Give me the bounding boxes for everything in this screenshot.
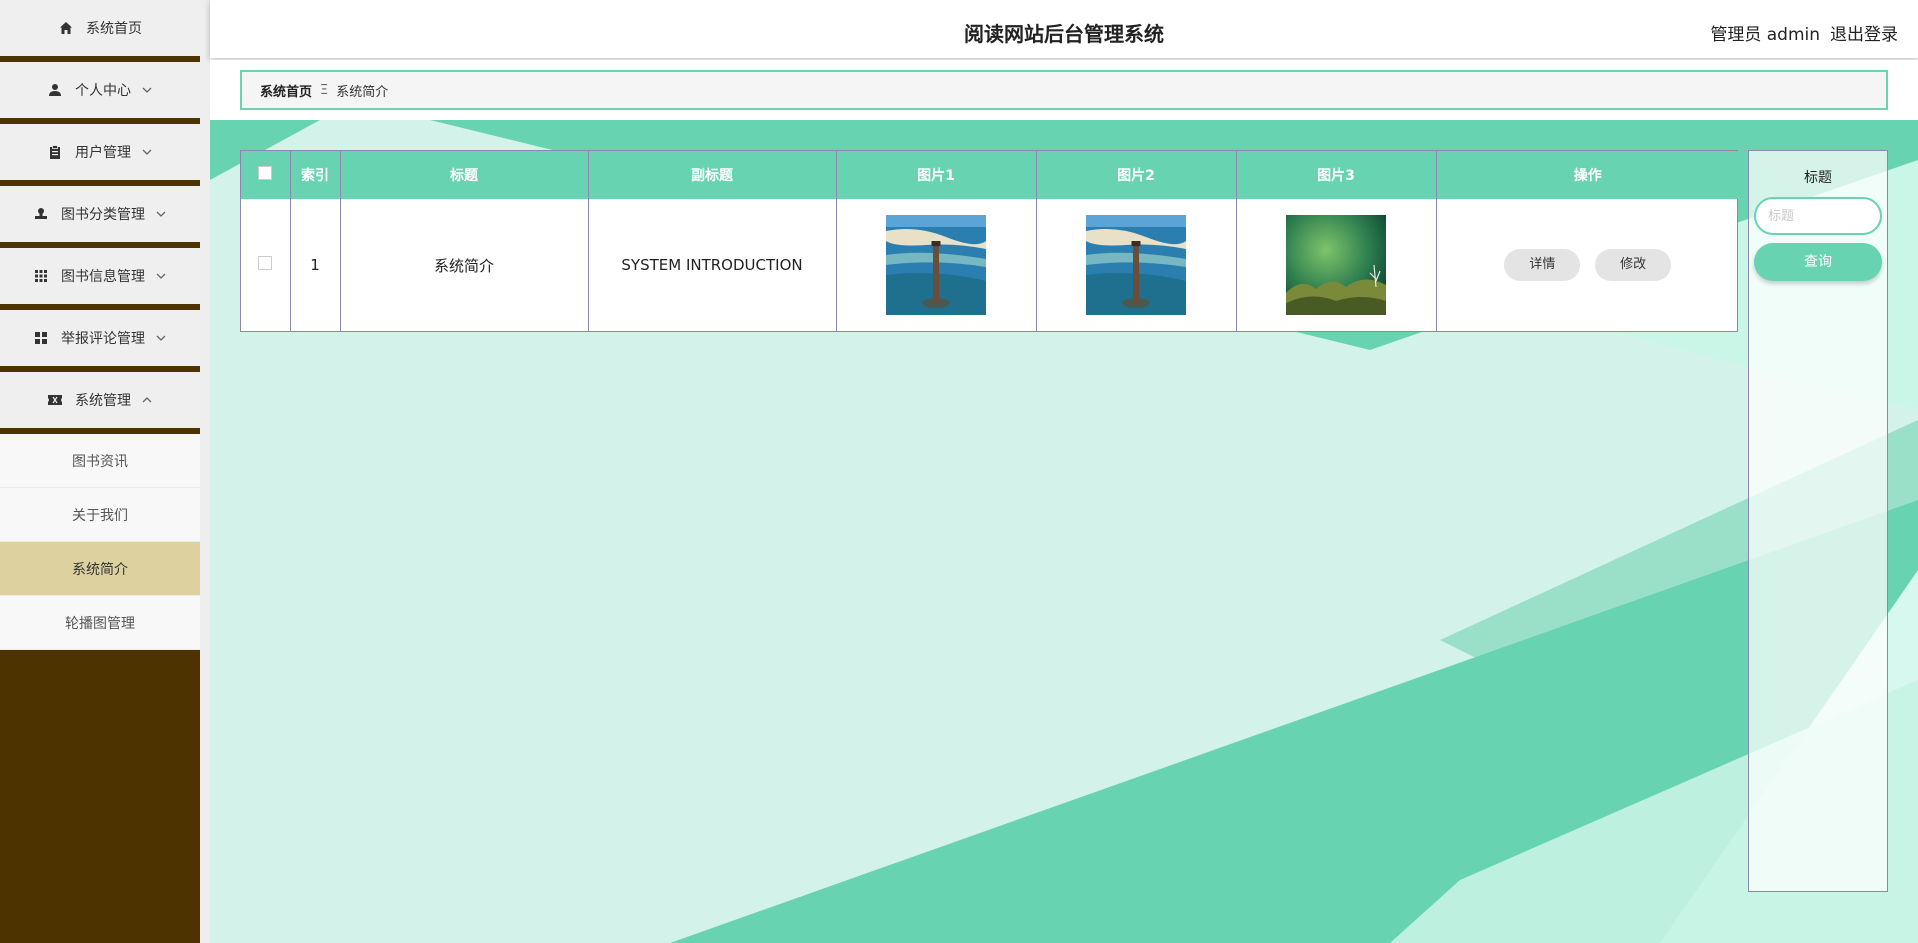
app-title: 阅读网站后台管理系统	[964, 22, 1164, 46]
sidebar-item-personal-center[interactable]: 个人中心	[0, 62, 200, 124]
sidebar-item-label: 系统管理	[75, 393, 131, 409]
sidebar-item-home[interactable]: 系统首页	[0, 0, 200, 62]
chevron-up-icon	[141, 394, 153, 406]
cell-image2	[1036, 199, 1237, 331]
person-icon	[47, 82, 63, 98]
main-content: 索引 标题 副标题 图片1 图片2 图片3 操作 1 系统简介 SYSTEM I…	[210, 120, 1918, 943]
cell-image1	[836, 199, 1037, 331]
select-all-checkbox[interactable]	[258, 166, 273, 180]
column-header: 图片3	[1236, 151, 1437, 199]
chevron-down-icon	[155, 332, 167, 344]
detail-button[interactable]: 详情	[1504, 249, 1581, 281]
home-icon	[58, 20, 74, 36]
cell-index: 1	[290, 199, 341, 331]
cell-actions: 详情 修改	[1436, 199, 1739, 331]
moss-photo-thumbnail[interactable]	[1286, 215, 1386, 315]
chevron-down-icon	[141, 146, 153, 158]
breadcrumb: 系统首页 Ξ 系统简介	[240, 70, 1888, 110]
sidebar-item-label: 举报评论管理	[61, 331, 145, 347]
column-header: 操作	[1573, 168, 1602, 184]
stamp-icon	[33, 206, 49, 222]
chevron-down-icon	[155, 208, 167, 220]
search-button[interactable]: 查询	[1754, 243, 1882, 281]
lighthouse-photo-thumbnail[interactable]	[886, 215, 986, 315]
breadcrumb-area: 系统首页 Ξ 系统简介	[210, 60, 1918, 120]
cell-title: 系统简介	[340, 199, 589, 331]
dashboard-icon	[33, 330, 49, 346]
column-header: 图片2	[1036, 151, 1237, 199]
table-header-row: 索引 标题 副标题 图片1 图片2 图片3 操作	[241, 151, 1739, 199]
submenu-item-carousel[interactable]: 轮播图管理	[0, 596, 200, 650]
user-area: 管理员 admin 退出登录	[1710, 20, 1898, 45]
column-header: 索引	[290, 151, 341, 199]
column-header: 副标题	[588, 151, 837, 199]
column-header: 图片1	[836, 151, 1037, 199]
ticket-icon	[47, 392, 63, 408]
breadcrumb-current: 系统简介	[336, 84, 389, 100]
search-label: 标题	[1804, 170, 1832, 186]
sidebar-item-book-info[interactable]: 图书信息管理	[0, 248, 200, 310]
breadcrumb-separator: Ξ	[320, 82, 329, 98]
sidebar-gutter	[200, 0, 210, 943]
row-checkbox[interactable]	[258, 256, 273, 270]
cell-subtitle: SYSTEM INTRODUCTION	[588, 199, 837, 331]
select-all-cell	[241, 151, 291, 199]
sidebar-item-label: 个人中心	[75, 83, 131, 99]
logout-link[interactable]: 退出登录	[1830, 20, 1898, 45]
top-header: 阅读网站后台管理系统 管理员 admin 退出登录	[210, 0, 1918, 58]
edit-button[interactable]: 修改	[1595, 249, 1672, 281]
user-label: 管理员 admin	[1710, 25, 1820, 45]
column-header: 标题	[340, 151, 589, 199]
chevron-down-icon	[155, 270, 167, 282]
sidebar: 系统首页 个人中心 用户管理 图书分类管理 图书信息管理 举报评论管理 系统管理…	[0, 0, 200, 943]
sidebar-item-label: 系统首页	[86, 21, 142, 37]
sidebar-item-user-management[interactable]: 用户管理	[0, 124, 200, 186]
breadcrumb-home[interactable]: 系统首页	[260, 81, 312, 100]
lighthouse-photo-thumbnail[interactable]	[1086, 215, 1186, 315]
search-panel: 标题 查询	[1748, 150, 1888, 892]
search-input[interactable]	[1754, 197, 1882, 235]
sidebar-item-report-comments[interactable]: 举报评论管理	[0, 310, 200, 372]
clipboard-icon	[47, 144, 63, 160]
cell-image3	[1236, 199, 1437, 331]
sidebar-item-label: 用户管理	[75, 145, 131, 161]
sidebar-item-book-category[interactable]: 图书分类管理	[0, 186, 200, 248]
sidebar-item-label: 图书分类管理	[61, 207, 145, 223]
submenu-item-about-us[interactable]: 关于我们	[0, 488, 200, 542]
submenu-item-system-intro[interactable]: 系统简介	[0, 542, 200, 596]
sidebar-item-system-management[interactable]: 系统管理	[0, 372, 200, 434]
data-table: 索引 标题 副标题 图片1 图片2 图片3 操作 1 系统简介 SYSTEM I…	[240, 150, 1739, 332]
submenu-item-book-news[interactable]: 图书资讯	[0, 434, 200, 488]
table-row: 1 系统简介 SYSTEM INTRODUCTION 详情 修改	[241, 199, 1739, 331]
sidebar-item-label: 图书信息管理	[61, 269, 145, 285]
row-select-cell	[241, 199, 291, 331]
grid-icon	[33, 268, 49, 284]
chevron-down-icon	[141, 84, 153, 96]
